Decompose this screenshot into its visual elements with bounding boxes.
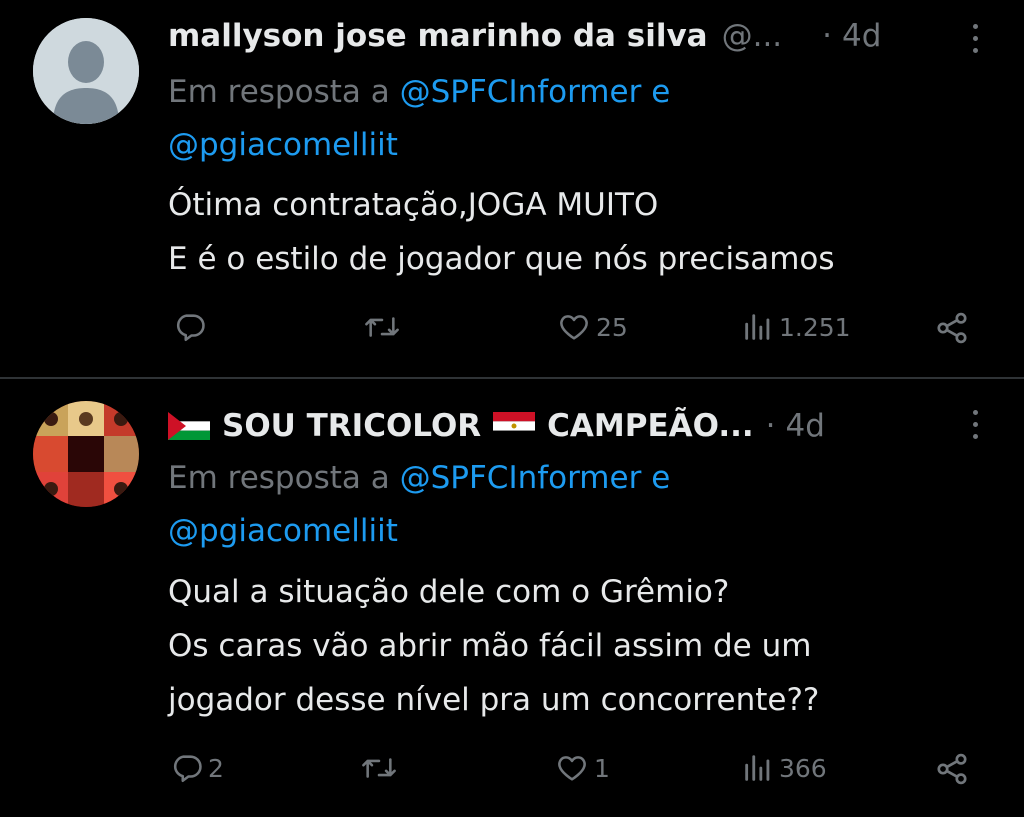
reply-icon bbox=[176, 314, 205, 342]
mention-link[interactable]: @pgiacomelliit bbox=[168, 513, 398, 549]
views-button[interactable]: 366 bbox=[741, 751, 827, 785]
tweet-actions: 2 1 366 bbox=[0, 751, 1024, 791]
avatar[interactable] bbox=[33, 18, 139, 124]
tweet-text-line: Qual a situação dele com o Grêmio? bbox=[168, 574, 730, 610]
tweet-text: Ótima contratação,JOGA MUITO E é o estil… bbox=[168, 178, 988, 286]
share-button[interactable] bbox=[933, 310, 971, 346]
heart-icon bbox=[560, 315, 588, 340]
retweet-button[interactable] bbox=[362, 310, 406, 344]
tweet-text-line: Os caras vão abrir mão fácil assim de um bbox=[168, 628, 812, 664]
like-button[interactable]: 25 bbox=[556, 310, 628, 344]
reply-button[interactable] bbox=[173, 310, 211, 344]
palestine-flag-icon bbox=[168, 412, 210, 440]
author-handle[interactable]: @... bbox=[722, 18, 783, 54]
mention-link[interactable]: @SPFCInformer bbox=[400, 460, 642, 496]
separator-dot: · bbox=[765, 408, 776, 444]
retweet-icon bbox=[365, 317, 399, 337]
tweet-text: Qual a situação dele com o Grêmio? Os ca… bbox=[168, 565, 988, 727]
tweet-header: SOU TRICOLOR CAMPEÃO... · 4d bbox=[168, 404, 964, 448]
reply-button[interactable]: 2 bbox=[170, 751, 224, 785]
views-icon bbox=[745, 314, 770, 340]
reply-prefix: Em resposta a bbox=[168, 460, 390, 496]
reply-context: Em resposta a @SPFCInformer e @pgiacomel… bbox=[168, 452, 948, 558]
view-count: 1.251 bbox=[779, 312, 851, 342]
mention-conjunction: e bbox=[651, 74, 671, 110]
tweet-actions: 25 1.251 bbox=[0, 310, 1024, 350]
separator-dot: · bbox=[822, 18, 833, 54]
tweet-text-line: jogador desse nível pra um concorrente?? bbox=[168, 682, 820, 718]
views-button[interactable]: 1.251 bbox=[741, 310, 851, 344]
tweet[interactable]: SOU TRICOLOR CAMPEÃO... · 4d Em resposta… bbox=[0, 379, 1024, 817]
mention-link[interactable]: @pgiacomelliit bbox=[168, 127, 398, 163]
reply-context: Em resposta a @SPFCInformer e @pgiacomel… bbox=[168, 66, 948, 172]
timestamp[interactable]: 4d bbox=[786, 408, 825, 444]
like-count: 25 bbox=[596, 312, 628, 342]
retweet-button[interactable] bbox=[359, 751, 403, 785]
tweet-text-line: E é o estilo de jogador que nós precisam… bbox=[168, 241, 835, 277]
mention-link[interactable]: @SPFCInformer bbox=[400, 74, 642, 110]
share-icon bbox=[937, 312, 967, 344]
view-count: 366 bbox=[779, 753, 827, 783]
like-count: 1 bbox=[594, 753, 610, 783]
tweet[interactable]: mallyson jose marinho da silva @... · 4d… bbox=[0, 0, 1024, 377]
heart-icon bbox=[558, 756, 586, 781]
more-icon[interactable] bbox=[970, 24, 980, 53]
egypt-flag-icon bbox=[493, 412, 536, 440]
default-avatar-icon bbox=[33, 18, 139, 124]
share-icon bbox=[937, 753, 967, 785]
tweet-text-line: Ótima contratação,JOGA MUITO bbox=[168, 187, 659, 223]
tweet-header: mallyson jose marinho da silva @... · 4d bbox=[168, 14, 964, 58]
reply-icon bbox=[173, 755, 202, 783]
more-icon[interactable] bbox=[970, 410, 980, 439]
share-button[interactable] bbox=[933, 751, 971, 787]
retweet-icon bbox=[362, 758, 396, 778]
like-button[interactable]: 1 bbox=[554, 751, 610, 785]
reply-prefix: Em resposta a bbox=[168, 74, 390, 110]
views-icon bbox=[745, 755, 770, 781]
reply-count: 2 bbox=[208, 753, 224, 783]
author-name[interactable]: mallyson jose marinho da silva bbox=[168, 18, 708, 54]
author-name-suffix[interactable]: CAMPEÃO... bbox=[547, 408, 753, 444]
timestamp[interactable]: 4d bbox=[842, 18, 881, 54]
author-name[interactable]: SOU TRICOLOR bbox=[222, 408, 481, 444]
avatar[interactable] bbox=[33, 401, 139, 507]
avatar-image bbox=[33, 401, 139, 507]
mention-conjunction: e bbox=[651, 460, 671, 496]
